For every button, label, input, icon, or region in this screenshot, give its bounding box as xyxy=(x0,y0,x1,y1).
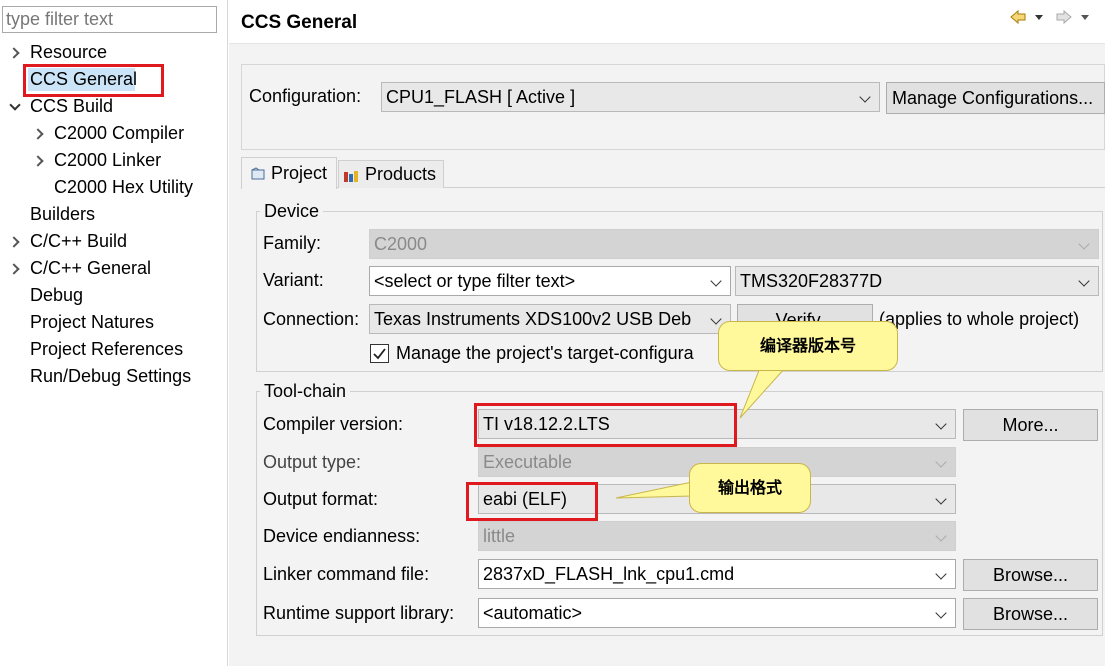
endianness-label: Device endianness: xyxy=(263,526,421,546)
connection-value: Texas Instruments XDS100v2 USB Deb xyxy=(374,309,692,329)
configuration-label: Configuration: xyxy=(249,86,362,106)
tree-item[interactable]: C/C++ General xyxy=(0,255,228,282)
chevron-down-icon xyxy=(935,459,947,469)
tab-project[interactable]: Project xyxy=(241,157,337,189)
linker-browse-button[interactable]: Browse... xyxy=(963,559,1098,591)
chevron-down-icon xyxy=(859,94,871,104)
chevron-right-icon[interactable] xyxy=(10,237,20,247)
back-dropdown-icon[interactable] xyxy=(1035,15,1043,20)
tree-item-label: Builders xyxy=(30,204,96,224)
tree-item-label: C2000 Compiler xyxy=(54,123,185,143)
chevron-right-icon[interactable] xyxy=(10,48,20,58)
variant-label: Variant: xyxy=(263,270,324,290)
products-icon xyxy=(344,171,358,182)
tree-item[interactable]: Debug xyxy=(0,282,228,309)
compiler-version-label: Compiler version: xyxy=(263,414,404,434)
callout-output-format: 输出格式 xyxy=(689,463,811,513)
tree-item-label: Debug xyxy=(30,285,84,305)
tree-item[interactable]: Resource xyxy=(0,39,228,66)
preference-tree-panel: type filter text Resource CCS General CCS … xyxy=(0,0,228,666)
variant-filter-value: <select or type filter text> xyxy=(374,271,576,291)
tree-item[interactable]: C2000 Compiler xyxy=(0,120,228,147)
configuration-value: CPU1_FLASH [ Active ] xyxy=(386,87,576,107)
back-arrow-icon[interactable] xyxy=(1010,9,1026,25)
callout-compiler-version: 编译器版本号 xyxy=(718,321,898,371)
linker-command-select[interactable]: 2837xD_FLASH_lnk_cpu1.cmd xyxy=(478,559,956,589)
checkmark-icon xyxy=(373,348,386,360)
family-label: Family: xyxy=(263,233,321,253)
forward-arrow-icon[interactable] xyxy=(1056,9,1072,25)
variant-filter-select[interactable]: <select or type filter text> xyxy=(369,266,731,296)
page-title: CCS General xyxy=(241,12,358,33)
endianness-value: little xyxy=(483,526,516,546)
tree-item-label: CCS Build xyxy=(30,96,114,116)
tree-item-label: C2000 Linker xyxy=(54,150,162,170)
chevron-right-icon[interactable] xyxy=(10,264,20,274)
tab-products-label: Products xyxy=(365,164,437,184)
runtime-library-label: Runtime support library: xyxy=(263,603,455,623)
filter-input[interactable]: type filter text xyxy=(2,6,217,33)
tree-item-label: C/C++ General xyxy=(30,258,152,278)
tab-products[interactable]: Products xyxy=(338,160,444,188)
family-select: C2000 xyxy=(369,229,1099,259)
tree-item[interactable]: C2000 Linker xyxy=(0,147,228,174)
tree-item[interactable]: C2000 Hex Utility xyxy=(0,174,228,201)
callout-pointer-format xyxy=(615,481,693,499)
variant-value: TMS320F28377D xyxy=(740,271,883,291)
tree-item[interactable]: Project Natures xyxy=(0,309,228,336)
tree-item[interactable]: Run/Debug Settings xyxy=(0,363,228,390)
manage-target-label: Manage the project's target-configura xyxy=(396,343,694,363)
highlight-box-output-format xyxy=(466,482,598,521)
tree-item[interactable]: C/C++ Build xyxy=(0,228,228,255)
highlight-box-ccs-general xyxy=(23,64,164,97)
chevron-down-icon xyxy=(1078,241,1090,251)
tab-project-label: Project xyxy=(271,163,328,183)
highlight-box-compiler-version xyxy=(474,403,737,447)
forward-dropdown-icon[interactable] xyxy=(1081,15,1089,20)
device-group-label: Device xyxy=(260,201,324,222)
tree-item[interactable]: CCS Build xyxy=(0,93,228,120)
connection-select[interactable]: Texas Instruments XDS100v2 USB Deb xyxy=(369,304,731,334)
manage-target-checkbox[interactable] xyxy=(370,344,389,363)
chevron-down-icon xyxy=(935,421,947,431)
more-button[interactable]: More... xyxy=(963,409,1098,441)
output-format-label: Output format: xyxy=(263,489,379,509)
chevron-right-icon[interactable] xyxy=(34,129,44,139)
tree-item-label: C/C++ Build xyxy=(30,231,128,251)
variant-select[interactable]: TMS320F28377D xyxy=(735,266,1099,296)
runtime-library-value: <automatic> xyxy=(483,603,583,623)
tree-item-label: Project References xyxy=(30,339,184,359)
chevron-right-icon[interactable] xyxy=(34,156,44,166)
tree-item[interactable]: Builders xyxy=(0,201,228,228)
connection-label: Connection: xyxy=(263,309,360,329)
endianness-select: little xyxy=(478,521,956,551)
chevron-down-icon xyxy=(935,610,947,620)
tree-item-label: Project Natures xyxy=(30,312,155,332)
manage-configurations-button[interactable]: Manage Configurations... xyxy=(886,82,1105,114)
output-type-label: Output type: xyxy=(263,452,362,472)
linker-command-value: 2837xD_FLASH_lnk_cpu1.cmd xyxy=(483,564,735,584)
chevron-down-icon[interactable] xyxy=(10,102,20,112)
chevron-down-icon xyxy=(935,533,947,543)
tree-item-label: Run/Debug Settings xyxy=(30,366,192,386)
output-type-value: Executable xyxy=(483,452,573,472)
toolchain-group-label: Tool-chain xyxy=(260,381,351,402)
tree-item-label: Resource xyxy=(30,42,108,62)
family-value: C2000 xyxy=(374,234,428,254)
tree-item[interactable]: Project References xyxy=(0,336,228,363)
history-nav xyxy=(1008,8,1105,26)
chevron-down-icon xyxy=(1078,278,1090,288)
runtime-library-select[interactable]: <automatic> xyxy=(478,598,956,628)
tree-item-label: C2000 Hex Utility xyxy=(54,177,194,197)
linker-command-label: Linker command file: xyxy=(263,564,430,584)
configuration-select[interactable]: CPU1_FLASH [ Active ] xyxy=(381,82,880,112)
chevron-down-icon xyxy=(935,571,947,581)
runtime-browse-button[interactable]: Browse... xyxy=(963,598,1098,630)
chevron-down-icon xyxy=(710,278,722,288)
project-icon xyxy=(251,167,265,180)
chevron-down-icon xyxy=(935,496,947,506)
